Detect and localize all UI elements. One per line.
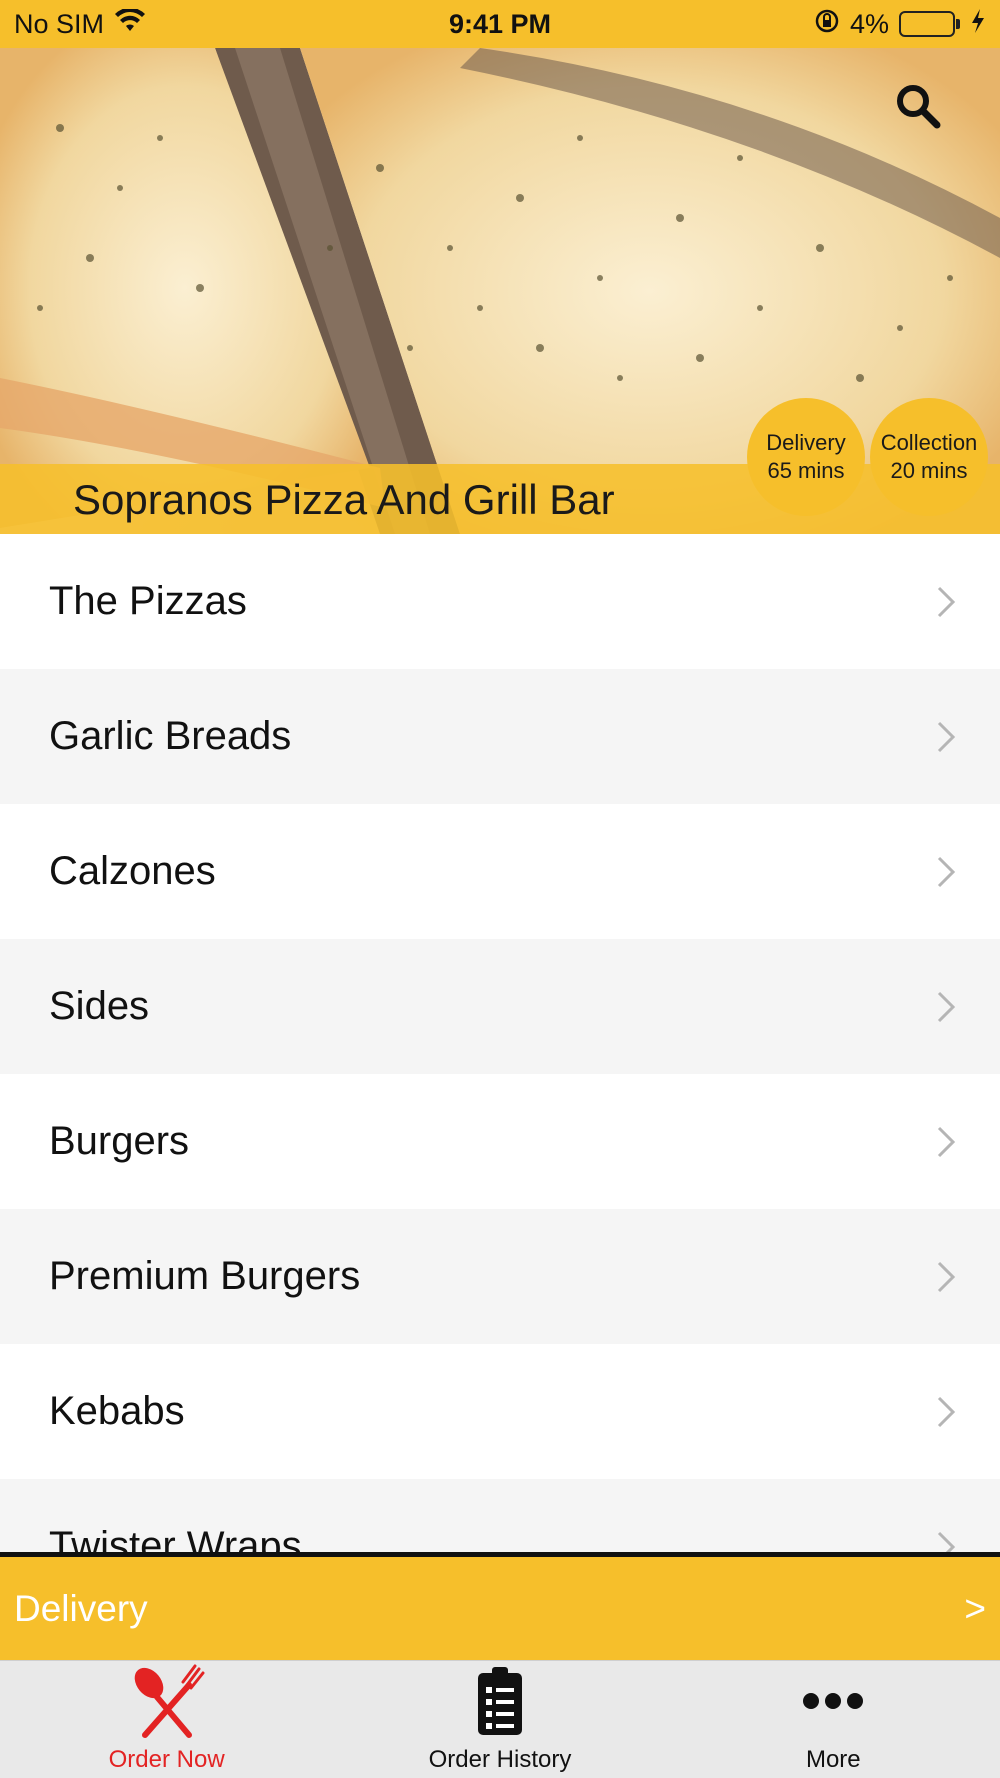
chevron-right-icon [937, 1261, 956, 1292]
more-dots-icon [803, 1692, 864, 1709]
chevron-right-icon [937, 1396, 956, 1427]
menu-item-label: Burgers [49, 1119, 190, 1163]
chevron-right-icon [937, 856, 956, 887]
menu-category-list[interactable]: The Pizzas Garlic Breads Calzones Sides … [0, 534, 1000, 1552]
search-button[interactable] [888, 76, 948, 136]
tab-more[interactable]: More [667, 1661, 1000, 1778]
menu-item[interactable]: Calzones [0, 804, 1000, 939]
delivery-time-badge: Delivery 65 mins [747, 398, 865, 516]
chevron-right-icon [937, 991, 956, 1022]
menu-item[interactable]: Kebabs [0, 1344, 1000, 1479]
chevron-right-icon [937, 586, 956, 617]
tab-bar: Order Now Order History More [0, 1660, 1000, 1778]
menu-item[interactable]: Premium Burgers [0, 1209, 1000, 1344]
menu-item-label: Twister Wraps [49, 1524, 302, 1552]
menu-item-label: Sides [49, 984, 150, 1028]
menu-item[interactable]: Sides [0, 939, 1000, 1074]
fork-knife-icon [134, 1664, 205, 1738]
delivery-mode-arrow: > [964, 1587, 986, 1629]
chevron-right-icon [937, 1126, 956, 1157]
menu-item-label: Garlic Breads [49, 714, 292, 758]
tab-label: More [805, 1746, 861, 1773]
clipboard-icon [477, 1666, 522, 1735]
menu-item[interactable]: Garlic Breads [0, 669, 1000, 804]
collection-badge-label: Collection [880, 430, 978, 455]
menu-item-label: Kebabs [49, 1389, 185, 1433]
status-left: No SIM [14, 7, 146, 40]
charging-bolt-icon [970, 8, 986, 41]
battery-percent: 4% [849, 8, 889, 39]
search-icon [897, 85, 941, 129]
carrier-label: No SIM [14, 8, 105, 39]
chevron-right-icon [937, 1531, 956, 1552]
tab-label: Order Now [108, 1746, 225, 1773]
chevron-right-icon [937, 721, 956, 752]
delivery-badge-label: Delivery [766, 430, 846, 455]
menu-item-label: Calzones [49, 849, 216, 893]
delivery-mode-bar[interactable]: Delivery > [0, 1557, 1000, 1660]
delivery-mode-label: Delivery [14, 1587, 148, 1629]
battery-icon [899, 11, 960, 37]
wifi-icon [114, 7, 146, 40]
menu-item-label: Premium Burgers [49, 1254, 361, 1298]
restaurant-name: Sopranos Pizza And Grill Bar [73, 476, 615, 523]
tab-order-history[interactable]: Order History [333, 1661, 666, 1778]
menu-item[interactable]: The Pizzas [0, 534, 1000, 669]
hero-banner: Sopranos Pizza And Grill Bar Delivery 65… [0, 48, 1000, 534]
collection-time-badge: Collection 20 mins [870, 398, 988, 516]
menu-item[interactable]: Burgers [0, 1074, 1000, 1209]
delivery-badge-time: 65 mins [767, 458, 845, 483]
menu-item-label: The Pizzas [49, 579, 247, 623]
tab-label: Order History [428, 1746, 572, 1773]
tab-order-now[interactable]: Order Now [0, 1661, 333, 1778]
status-bar: No SIM 9:41 PM 4% [0, 0, 1000, 48]
status-right: 4% [814, 8, 986, 41]
menu-item[interactable]: Twister Wraps [0, 1479, 1000, 1552]
collection-badge-time: 20 mins [890, 458, 968, 483]
rotation-lock-icon [814, 8, 840, 41]
